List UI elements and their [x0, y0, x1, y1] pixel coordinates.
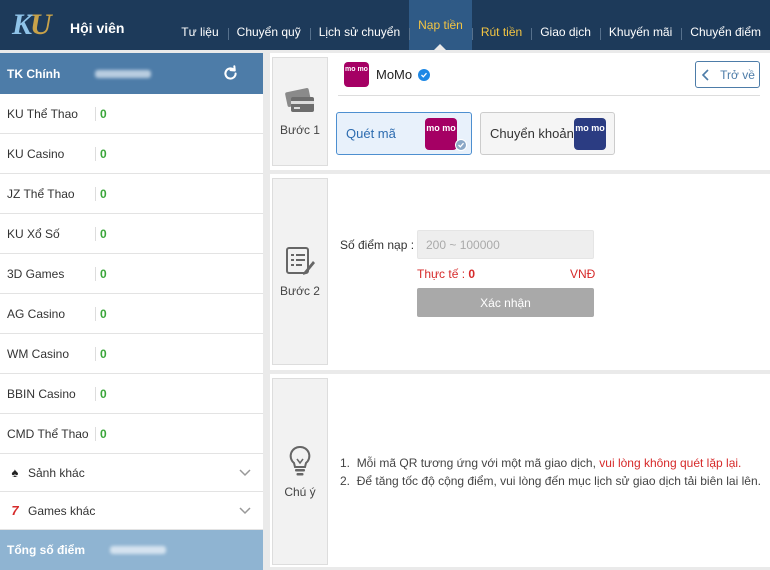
total-points-hidden — [110, 546, 166, 554]
momo-logo: mo mo — [574, 118, 606, 150]
spade-icon: ♠ — [11, 465, 19, 480]
nav-giao-dich[interactable]: Giao dịch — [531, 0, 600, 50]
verified-icon — [418, 68, 431, 81]
total-points-row: Tổng số điểm — [0, 530, 263, 570]
currency-label: VNĐ — [570, 267, 596, 281]
actual-amount: Thực tế : 0 — [417, 267, 475, 281]
confirm-button[interactable]: Xác nhận — [417, 288, 594, 317]
main-account-row: TK Chính — [0, 53, 263, 94]
deposit-main: Bước 1 mo mo MoMo Trở về Quét mã mo mo C… — [270, 53, 770, 567]
wallet-row[interactable]: KU Thể Thao 0 — [0, 94, 263, 134]
top-header: KU Hội viên Tư liệu Chuyển quỹ Lịch sử c… — [0, 0, 770, 50]
group-label: Sảnh khác — [28, 465, 85, 480]
wallet-sidebar: TK Chính KU Thể Thao 0 KU Casino 0 JZ Thể … — [0, 53, 263, 570]
nav-chuyen-quy[interactable]: Chuyển quỹ — [227, 0, 310, 50]
nav-rut-tien[interactable]: Rút tiền — [471, 0, 531, 50]
notice-warning: vui lòng không quét lặp lại. — [599, 456, 742, 470]
seven-icon: 7 — [11, 503, 19, 518]
option-label: Chuyển khoản — [490, 126, 574, 141]
wallet-row[interactable]: KU Xổ Số 0 — [0, 214, 263, 254]
nav-khuyen-mai[interactable]: Khuyến mãi — [599, 0, 681, 50]
momo-logo: mo mo — [344, 62, 369, 87]
step2-badge: Bước 2 — [272, 178, 328, 365]
step3-panel: Chú ý 1. Mỗi mã QR tương ứng với một mã … — [270, 374, 770, 567]
nav-lich-su-chuyen[interactable]: Lịch sử chuyển — [309, 0, 409, 50]
wallet-row[interactable]: CMD Thể Thao 0 — [0, 414, 263, 454]
chevron-left-icon — [701, 68, 709, 81]
back-button[interactable]: Trở về — [695, 61, 760, 88]
nav-nap-tien[interactable]: Nạp tiền — [409, 0, 472, 50]
group-label: Games khác — [28, 503, 96, 518]
actual-value: 0 — [468, 267, 476, 281]
nav-tu-lieu[interactable]: Tư liệu — [172, 0, 227, 50]
notice-item: 2. Để tăng tốc độ cộng điểm, vui lòng đế… — [340, 474, 761, 488]
refresh-icon[interactable] — [222, 65, 239, 82]
chevron-down-icon[interactable] — [239, 466, 251, 478]
amount-label: Số điểm nạp : — [340, 238, 415, 252]
notice-label: Chú ý — [284, 484, 316, 499]
provider-header: mo mo MoMo — [344, 62, 431, 87]
wallet-row[interactable]: JZ Thể Thao 0 — [0, 174, 263, 214]
step2-label: Bước 2 — [280, 283, 320, 298]
step1-badge: Bước 1 — [272, 57, 328, 166]
step1-label: Bước 1 — [280, 122, 320, 137]
amount-input[interactable] — [417, 230, 594, 259]
divider — [338, 95, 760, 96]
step1-panel: Bước 1 mo mo MoMo Trở về Quét mã mo mo C… — [270, 53, 770, 170]
back-label: Trở về — [720, 67, 755, 82]
nav-chuyen-diem[interactable]: Chuyển điểm — [681, 0, 770, 50]
group-sanh-khac[interactable]: ♠ Sảnh khác — [0, 454, 263, 492]
step2-panel: Bước 2 Số điểm nạp : Thực tế : 0 VNĐ Xác… — [270, 174, 770, 370]
momo-logo: mo mo — [425, 118, 457, 150]
notice-badge: Chú ý — [272, 378, 328, 565]
option-scan-qr[interactable]: Quét mã mo mo — [336, 112, 472, 155]
notice-list: 1. Mỗi mã QR tương ứng với một mã giao d… — [340, 454, 761, 490]
edit-form-icon — [286, 246, 315, 275]
wallet-row[interactable]: BBIN Casino 0 — [0, 374, 263, 414]
page-title: Hội viên — [70, 20, 125, 36]
main-nav: Tư liệu Chuyển quỹ Lịch sử chuyển Nạp ti… — [172, 0, 770, 50]
main-account-label: TK Chính — [7, 66, 61, 81]
total-points-label: Tổng số điểm — [7, 543, 85, 557]
provider-name: MoMo — [376, 67, 413, 82]
ku-logo[interactable]: KU — [12, 8, 64, 42]
group-games-khac[interactable]: 7 Games khác — [0, 492, 263, 530]
option-bank-transfer[interactable]: Chuyển khoản mo mo — [480, 112, 615, 155]
wallet-row[interactable]: 3D Games 0 — [0, 254, 263, 294]
chevron-down-icon[interactable] — [239, 504, 251, 516]
wallet-row[interactable]: AG Casino 0 — [0, 294, 263, 334]
option-label: Quét mã — [346, 126, 396, 141]
card-icon — [285, 87, 314, 112]
lightbulb-icon — [289, 445, 311, 475]
check-icon — [455, 139, 467, 151]
main-account-balance-hidden — [95, 69, 152, 78]
actual-label: Thực tế : — [417, 267, 466, 281]
wallet-row[interactable]: WM Casino 0 — [0, 334, 263, 374]
wallet-row[interactable]: KU Casino 0 — [0, 134, 263, 174]
notice-item: 1. Mỗi mã QR tương ứng với một mã giao d… — [340, 456, 742, 470]
